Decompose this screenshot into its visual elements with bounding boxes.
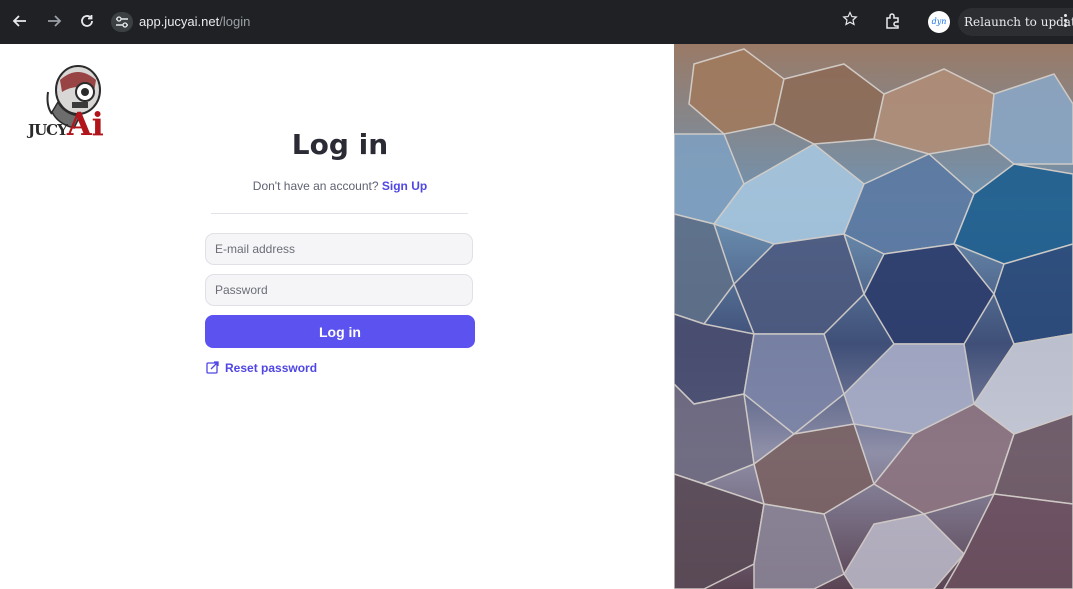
relaunch-button[interactable]: Relaunch to update bbox=[958, 8, 1073, 36]
kebab-menu-icon[interactable] bbox=[1060, 12, 1070, 32]
signup-prompt: Don't have an account? Sign Up bbox=[205, 179, 475, 193]
back-arrow-icon[interactable] bbox=[11, 12, 29, 30]
logo-text-jucy: JUCY bbox=[28, 121, 68, 139]
site-settings-icon[interactable] bbox=[111, 12, 133, 32]
jucyai-logo[interactable]: JUCYAi bbox=[28, 62, 118, 144]
login-button[interactable]: Log in bbox=[205, 315, 475, 348]
profile-initials: dyn bbox=[931, 17, 947, 26]
profile-avatar[interactable]: dyn bbox=[928, 11, 950, 33]
hexagon-texture-image bbox=[674, 44, 1073, 589]
logo-text-ai: Ai bbox=[66, 105, 104, 143]
url-host: app.jucyai.net bbox=[139, 14, 220, 29]
reset-password-label: Reset password bbox=[225, 361, 318, 375]
signup-link[interactable]: Sign Up bbox=[382, 179, 427, 193]
divider bbox=[211, 213, 468, 214]
url-path: /login bbox=[219, 14, 251, 29]
reload-icon[interactable] bbox=[78, 12, 96, 30]
no-account-text: Don't have an account? bbox=[252, 179, 379, 193]
address-bar[interactable]: app.jucyai.net/login bbox=[139, 13, 250, 31]
bookmark-star-icon[interactable] bbox=[842, 11, 858, 32]
external-edit-icon bbox=[206, 361, 219, 374]
reset-password-link[interactable]: Reset password bbox=[206, 361, 317, 375]
extensions-icon[interactable] bbox=[884, 12, 902, 35]
forward-arrow-icon[interactable] bbox=[45, 12, 63, 30]
password-field[interactable] bbox=[205, 274, 473, 306]
browser-toolbar: app.jucyai.net/login dyn Relaunch to upd… bbox=[0, 0, 1073, 44]
page-title: Log in bbox=[291, 128, 389, 161]
logo-wordmark: JUCYAi bbox=[28, 108, 104, 140]
hero-image bbox=[674, 44, 1073, 589]
email-field[interactable] bbox=[205, 233, 473, 265]
